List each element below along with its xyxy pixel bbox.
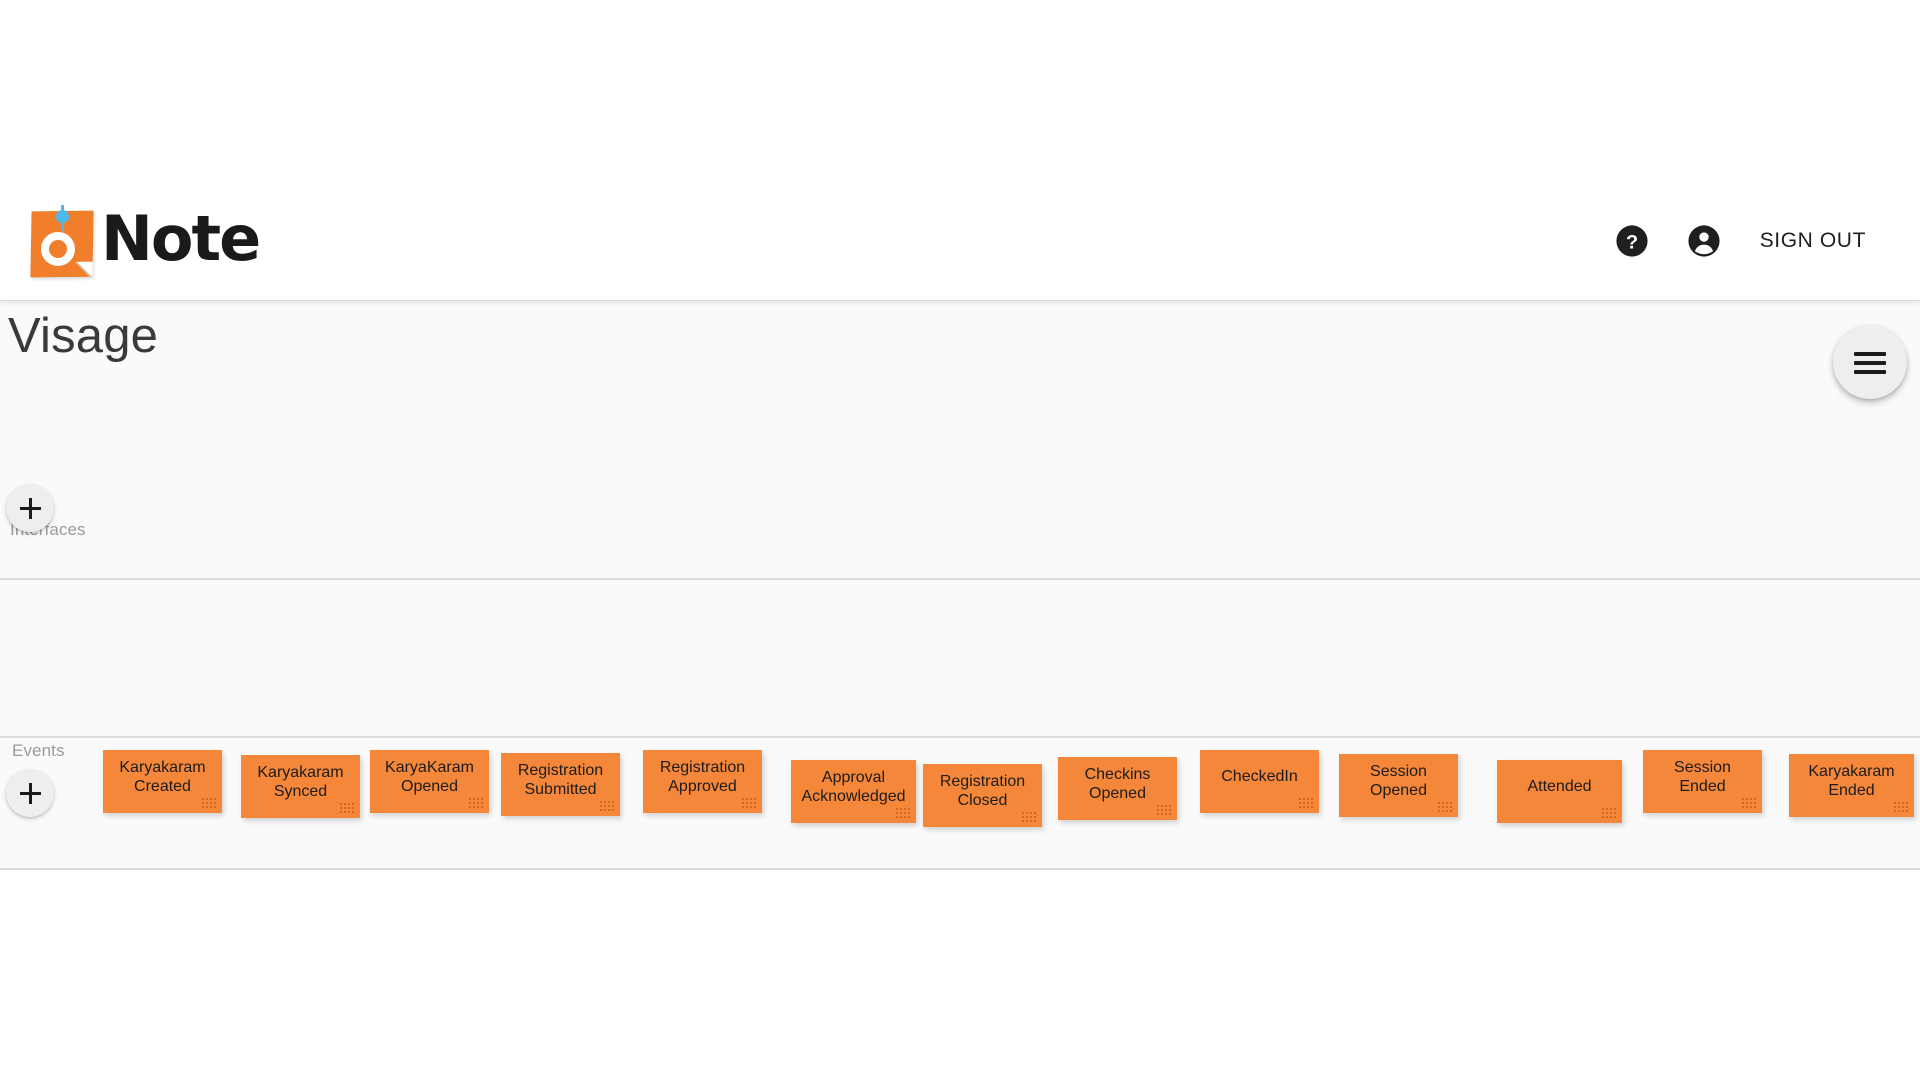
onote-logo-text: Note bbox=[101, 202, 261, 275]
event-card-label: Session Ended bbox=[1674, 758, 1731, 795]
board: Interfaces Events Karyakaram Created Kary… bbox=[0, 391, 1920, 870]
event-card[interactable]: Checkins Opened bbox=[1058, 757, 1177, 820]
header-actions: ? SIGN OUT bbox=[1610, 219, 1878, 263]
resize-grip-icon[interactable] bbox=[741, 797, 758, 809]
app-header: Note ? SIGN OUT bbox=[0, 0, 1920, 301]
resize-grip-icon[interactable] bbox=[1893, 801, 1910, 813]
resize-grip-icon[interactable] bbox=[1437, 801, 1454, 813]
page-title-bar: Visage bbox=[0, 302, 1920, 391]
sign-out-button[interactable]: SIGN OUT bbox=[1754, 221, 1878, 261]
event-card-label: Registration Approved bbox=[659, 758, 746, 795]
add-event-button[interactable] bbox=[6, 769, 54, 817]
page-title: Visage bbox=[8, 309, 159, 363]
header-inner: Note ? SIGN OUT bbox=[0, 182, 1920, 300]
resize-grip-icon[interactable] bbox=[1021, 811, 1038, 823]
event-card-label: Registration Closed bbox=[939, 772, 1026, 809]
event-card-label: CheckedIn bbox=[1221, 768, 1298, 786]
resize-grip-icon[interactable] bbox=[1601, 807, 1618, 819]
hamburger-menu-icon[interactable] bbox=[1833, 325, 1907, 399]
event-card[interactable]: Approval Acknowledged bbox=[791, 760, 916, 823]
event-card[interactable]: Karyakaram Ended bbox=[1789, 754, 1914, 817]
add-interface-button[interactable] bbox=[6, 484, 54, 532]
event-card[interactable]: Registration Approved bbox=[643, 750, 762, 813]
lane-events: Events Karyakaram Created Karyakaram Sync… bbox=[0, 738, 1920, 870]
event-card-label: Karyakaram Synced bbox=[257, 763, 344, 800]
event-card[interactable]: Karyakaram Created bbox=[103, 750, 222, 813]
help-circle-icon[interactable]: ? bbox=[1610, 219, 1654, 263]
svg-text:?: ? bbox=[1626, 231, 1638, 253]
event-cards-area: Karyakaram Created Karyakaram Synced Karya… bbox=[0, 738, 1920, 870]
resize-grip-icon[interactable] bbox=[1156, 804, 1173, 816]
event-card[interactable]: Attended bbox=[1497, 760, 1622, 823]
lane-interfaces: Interfaces bbox=[0, 391, 1920, 580]
event-card-label: Karyakaram Ended bbox=[1808, 762, 1895, 799]
event-card-label: Karyakaram Created bbox=[119, 758, 206, 795]
onote-logo[interactable]: Note bbox=[28, 202, 261, 280]
event-card[interactable]: Registration Closed bbox=[923, 764, 1042, 827]
event-card[interactable]: Session Ended bbox=[1643, 750, 1762, 813]
event-card[interactable]: Session Opened bbox=[1339, 754, 1458, 817]
onote-logo-mark-icon bbox=[28, 205, 94, 278]
lane-unlabeled bbox=[0, 580, 1920, 738]
resize-grip-icon[interactable] bbox=[599, 800, 616, 812]
event-card-label: Checkins Opened bbox=[1084, 765, 1151, 802]
event-card[interactable]: KaryaKaram Opened bbox=[370, 750, 489, 813]
event-card[interactable]: Registration Submitted bbox=[501, 753, 620, 816]
resize-grip-icon[interactable] bbox=[468, 797, 485, 809]
resize-grip-icon[interactable] bbox=[1741, 797, 1758, 809]
event-card-label: Approval Acknowledged bbox=[801, 768, 906, 805]
event-card-label: KaryaKaram Opened bbox=[385, 758, 474, 795]
resize-grip-icon[interactable] bbox=[201, 797, 218, 809]
event-card[interactable]: CheckedIn bbox=[1200, 750, 1319, 813]
event-card-label: Attended bbox=[1527, 778, 1592, 796]
resize-grip-icon[interactable] bbox=[1298, 797, 1315, 809]
resize-grip-icon[interactable] bbox=[339, 802, 356, 814]
resize-grip-icon[interactable] bbox=[895, 807, 912, 819]
account-circle-icon[interactable] bbox=[1682, 219, 1726, 263]
event-card-label: Registration Submitted bbox=[517, 761, 604, 798]
event-card[interactable]: Karyakaram Synced bbox=[241, 755, 360, 818]
event-card-label: Session Opened bbox=[1370, 762, 1427, 799]
